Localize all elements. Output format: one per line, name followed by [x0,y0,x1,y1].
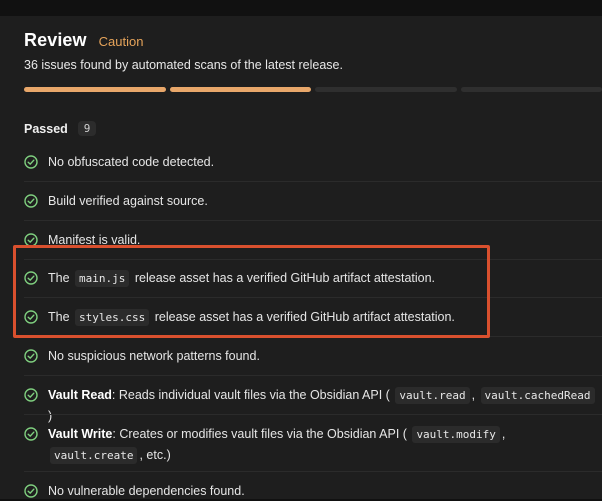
check-item-network: No suspicious network patterns found. [24,346,602,366]
check-circle-icon [24,484,38,498]
divider [24,181,602,182]
check-item-text: Vault Read: Reads individual vault files… [48,385,602,426]
permission-title: Vault Read [48,388,112,402]
check-circle-icon [24,388,38,402]
page-title: Review [24,30,87,51]
passed-label: Passed [24,122,68,136]
code-vault-cached-read: vault.cachedRead [481,387,595,404]
code-vault-read: vault.read [395,387,469,404]
check-item-build: Build verified against source. [24,191,602,211]
check-item-text: Build verified against source. [48,191,208,211]
check-item-dependencies: No vulnerable dependencies found. [24,481,602,501]
progress-segment [24,87,166,92]
check-item-vault-read: Vault Read: Reads individual vault files… [24,385,602,426]
divider [24,375,602,376]
check-circle-icon [24,155,38,169]
progress-segment [170,87,312,92]
divider [24,471,602,472]
check-item-obfuscation: No obfuscated code detected. [24,152,602,172]
check-circle-icon [24,194,38,208]
check-item-text: No obfuscated code detected. [48,152,214,172]
progress-segment [461,87,602,92]
passed-count-badge: 9 [78,121,97,136]
status-badge: Caution [99,34,144,49]
check-item-text: No suspicious network patterns found. [48,346,260,366]
progress-segment [315,87,457,92]
code-vault-create: vault.create [50,447,137,464]
check-item-text: No vulnerable dependencies found. [48,481,245,501]
check-circle-icon [24,349,38,363]
check-circle-icon [24,427,38,441]
permission-title: Vault Write [48,427,112,441]
divider [24,220,602,221]
progress-bar [24,87,602,92]
divider [24,414,602,415]
check-item-vault-write: Vault Write: Creates or modifies vault f… [24,424,544,466]
check-item-text: Vault Write: Creates or modifies vault f… [48,424,544,466]
annotation-highlight-box [13,245,490,338]
review-summary: 36 issues found by automated scans of th… [24,58,343,72]
review-header: Review Caution [24,30,143,51]
code-vault-modify: vault.modify [412,426,499,443]
passed-section-header: Passed 9 [24,121,96,136]
